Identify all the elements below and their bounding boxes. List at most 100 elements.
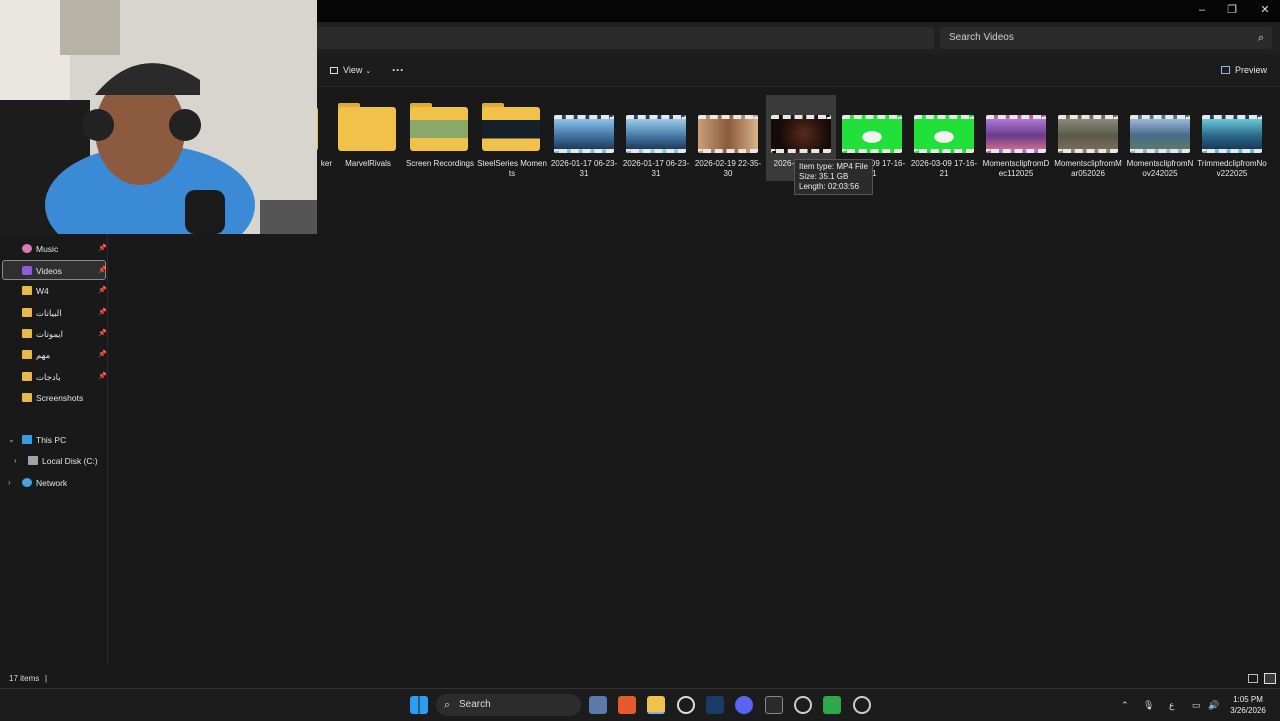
microphone-icon[interactable]: 🎙 [1143,689,1154,721]
chevron-down-icon[interactable]: ⌄ [8,430,15,450]
language-indicator[interactable]: ع [1169,689,1174,721]
clock[interactable]: 1:05 PM 3/26/2026 [1222,694,1274,716]
video-thumbnail [842,115,902,153]
sidebar-item-label: This PC [36,435,67,445]
search-placeholder: Search Videos [949,32,1014,43]
folder-item[interactable]: MarvelRivals [333,95,403,181]
status-bar: 17 items | [0,670,1280,688]
volume-icon[interactable]: 🔊 [1208,689,1219,721]
sidebar-item-label: W4 [36,286,49,296]
tiles-view-icon[interactable] [1264,673,1276,684]
epic-games-icon[interactable] [765,696,783,714]
video-item[interactable]: 2026-02-19 22-35-30 [693,95,763,181]
chevron-up-icon[interactable]: ⌃ [1121,689,1129,721]
sidebar-item-badges[interactable]: بادجات 📌 [2,367,107,387]
close-button[interactable]: ✕ [1250,2,1280,18]
sidebar-item-label: ايموتات [36,329,63,339]
item-count: 17 items [9,674,40,683]
video-thumbnail [698,115,758,153]
clock-date: 3/26/2026 [1230,706,1266,715]
file-name: MomentsclipfromDec112025 [982,159,1050,178]
app-icon[interactable] [794,696,812,714]
folder-icon [410,107,468,151]
folder-icon [22,350,32,359]
file-name: MomentsclipfromMar052026 [1054,159,1122,178]
network-icon [22,478,32,487]
sidebar-item-local-disk[interactable]: › Local Disk (C:) [2,451,106,471]
file-name: SteelSeries Moments [477,159,547,178]
video-item[interactable]: TrimmedclipfromNov222025 [1197,95,1267,181]
video-item[interactable]: MomentsclipfromDec112025 [981,95,1051,181]
video-item[interactable]: MomentsclipfromNov242025 [1125,95,1195,181]
video-item[interactable]: 2026-01-17 06-23-31 [621,95,691,181]
file-name: MomentsclipfromNov242025 [1126,159,1194,178]
webcam-overlay [0,0,317,234]
search-input[interactable]: Search Videos ⌕ [940,27,1272,49]
steelseries-icon[interactable] [677,696,695,714]
maximize-button[interactable]: ❐ [1217,2,1247,18]
file-name: 2026-02-19 22-35-30 [694,159,762,178]
brave-icon[interactable] [618,696,636,714]
folder-item[interactable]: SteelSeries Moments [477,95,547,181]
video-item[interactable]: 2026-03-09 17-16-21 [909,95,979,181]
sidebar-item-label: Network [36,478,68,488]
sidebar-item-network[interactable]: › Network [2,473,106,493]
file-name: 2026-03-09 17-16-21 [910,159,978,178]
pin-icon: 📌 [98,351,107,358]
taskbar-search[interactable]: ⌕ Search [436,694,581,716]
video-item[interactable]: 2026-01-17 06-23-31 [549,95,619,181]
sidebar-item-label: بادجات [36,372,61,382]
chevron-right-icon[interactable]: › [14,451,17,471]
xbox-app-icon[interactable] [823,696,841,714]
music-icon [22,244,32,253]
taskbar: ⌕ Search ⌃ 🎙 ع ▭ 🔊 1:05 PM 3/26/2026 [0,688,1280,720]
sidebar-item-emotes[interactable]: ايموتات 📌 [2,324,107,344]
more-options-button[interactable]: ··· [392,62,404,78]
sidebar-item-label: Local Disk (C:) [42,456,98,466]
discord-icon[interactable] [735,696,753,714]
video-thumbnail [986,115,1046,153]
file-name: TrimmedclipfromNov222025 [1197,159,1267,178]
windows-start-icon[interactable] [410,696,428,714]
chevron-right-icon[interactable]: › [8,473,11,493]
minimize-button[interactable]: – [1187,2,1217,18]
chevron-down-icon: ⌄ [365,68,372,75]
drive-icon [28,456,38,465]
sidebar-item-this-pc[interactable]: ⌄ This PC [2,430,106,450]
taskbar-search-label: Search [459,699,491,710]
network-icon[interactable]: ▭ [1192,689,1201,721]
folder-icon [22,329,32,338]
video-thumbnail [1058,115,1118,153]
sidebar-item-albayanat[interactable]: البيانات 📌 [2,303,107,323]
store-icon[interactable] [589,696,607,714]
video-thumbnail [554,115,614,153]
steam-icon[interactable] [706,696,724,714]
folder-item[interactable]: Screen Recordings [405,95,475,181]
preview-pane-button[interactable]: Preview [1221,62,1267,78]
sidebar-item-videos[interactable]: Videos 📌 [2,260,107,280]
details-view-icon[interactable] [1248,674,1258,683]
address-bar[interactable] [317,27,934,49]
view-icon [330,67,338,74]
folder-icon [482,107,540,151]
video-thumbnail [626,115,686,153]
video-thumbnail [771,115,831,153]
sidebar-item-label: Videos [36,266,62,276]
file-name: 2026-01-17 06-23-31 [622,159,690,178]
preview-label: Preview [1235,65,1268,75]
sidebar-item-label: البيانات [36,308,62,318]
sidebar-item-music[interactable]: Music 📌 [2,239,107,259]
view-button[interactable]: View ⌄ [330,62,371,78]
sidebar-item-screenshots[interactable]: Screenshots [2,388,106,408]
tooltip-length: Length: 02:03:56 [799,182,860,191]
file-explorer-icon[interactable] [647,696,665,714]
tooltip-type: Item type: MP4 File [799,162,868,171]
sidebar-item-important[interactable]: مهم 📌 [2,345,107,365]
sidebar-item-w4[interactable]: W4 📌 [2,281,107,301]
video-item[interactable]: MomentsclipfromMar052026 [1053,95,1123,181]
folder-icon [22,372,32,381]
search-icon: ⌕ [444,699,451,711]
video-thumbnail [1202,115,1262,153]
app-icon[interactable] [853,696,871,714]
folder-icon [22,286,32,295]
